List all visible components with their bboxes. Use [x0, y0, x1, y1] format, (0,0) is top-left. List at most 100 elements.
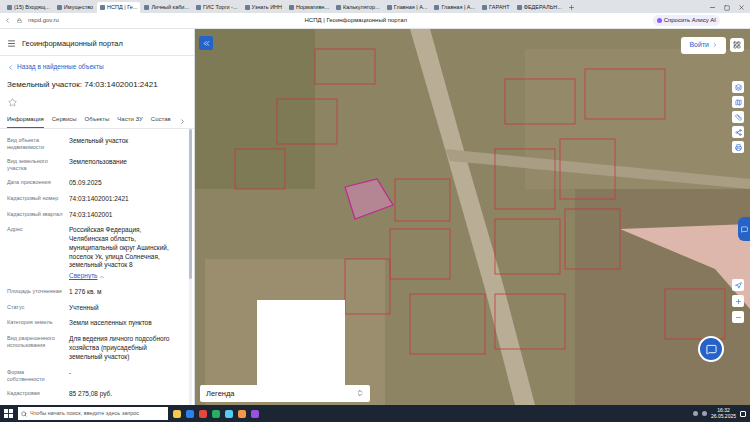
address-text[interactable]: nspd.gov.ru: [28, 16, 59, 25]
address-bar: nspd.gov.ruНСПД | Геоинформационный порт…: [0, 13, 750, 29]
alice-button[interactable]: Спросить Алису AI: [653, 15, 720, 26]
chat-button[interactable]: [698, 336, 724, 362]
field-label: Категория земель: [7, 319, 63, 328]
favicon-icon: [7, 5, 12, 10]
field-row: Дата присвоения05.09.2025: [7, 176, 182, 192]
object-heading: Земельный участок: 74:03:1402001:2421: [0, 72, 194, 91]
field-label: Вид земельного участка: [7, 158, 63, 172]
legend-toggle-icon: [356, 389, 364, 397]
favicon-icon: [245, 5, 250, 10]
notification-icon[interactable]: [740, 411, 746, 417]
browser-tab[interactable]: Узнать ИНН: [242, 2, 286, 13]
field-value: 74:03:1402001: [69, 211, 182, 220]
panel-tab[interactable]: Сервисы: [52, 115, 77, 128]
map-tool-icon: [735, 99, 742, 106]
panel-tabs: Информация Сервисы Объекты Части ЗУ Состав: [0, 107, 194, 129]
taskbar-app-icon[interactable]: [225, 410, 233, 418]
new-tab-icon[interactable]: [568, 4, 575, 11]
scrollbar[interactable]: [189, 129, 192, 405]
field-label: Вид разрешенного использования: [7, 335, 63, 361]
taskbar-app-icon[interactable]: [212, 410, 220, 418]
taskbar-apps: [173, 410, 259, 418]
scrollbar-thumb[interactable]: [189, 129, 192, 279]
map-tool-button[interactable]: [732, 141, 744, 153]
panel-tab[interactable]: Объекты: [85, 115, 110, 128]
field-value: Российская Федерация, Челябинская област…: [69, 226, 182, 281]
collapse-panel-button[interactable]: [199, 36, 213, 50]
browser-tab[interactable]: НСПД | Ге...: [97, 2, 140, 13]
field-label: Кадастровая: [7, 390, 63, 399]
map-tool-button[interactable]: [732, 96, 744, 108]
maximize-icon[interactable]: [724, 5, 730, 11]
map-tool-icon: [735, 84, 742, 91]
minimize-icon[interactable]: [709, 4, 716, 11]
chat-icon: [706, 344, 717, 355]
screen: (15) Входящ...ИмуществоНСПД | Ге...Личны…: [0, 0, 750, 422]
field-row: СтатусУчтенный: [7, 300, 182, 316]
page: Геоинформационный порталНазад в найденны…: [0, 29, 750, 405]
field-value: Земли населенных пунктов: [69, 319, 182, 328]
field-value: 74:03:1402001:2421: [69, 195, 182, 204]
field-row: Вид разрешенного использованияДля ведени…: [7, 332, 182, 365]
field-row: АдресРоссийская Федерация, Челябинская о…: [7, 223, 182, 285]
browser-tab[interactable]: Главная | А...: [384, 2, 431, 13]
tray-icon[interactable]: [693, 411, 698, 416]
taskbar-app-icon[interactable]: [238, 410, 246, 418]
field-value: Земельный участок: [69, 137, 182, 151]
back-icon[interactable]: [4, 17, 11, 24]
favicon-icon: [100, 5, 105, 10]
locate-icon: [735, 282, 742, 289]
map-tool-button[interactable]: [732, 81, 744, 93]
favorite-star-icon[interactable]: [8, 98, 17, 107]
legend-bar[interactable]: Легенда: [200, 385, 370, 402]
close-icon[interactable]: [738, 4, 745, 11]
browser-tab[interactable]: Калькулятор...: [333, 2, 383, 13]
browser-tab[interactable]: Нормативн...: [286, 2, 332, 13]
zoom-in-button[interactable]: [732, 295, 744, 307]
locate-button[interactable]: [732, 279, 744, 291]
panel-tab[interactable]: Информация: [7, 115, 44, 128]
zoom-out-button[interactable]: [732, 311, 744, 323]
browser-tab[interactable]: ГАРАНТ: [479, 2, 513, 13]
taskbar-app-icon[interactable]: [251, 410, 259, 418]
windows-logo-icon[interactable]: [4, 409, 13, 418]
taskbar-app-icon[interactable]: [199, 410, 207, 418]
favicon-icon: [387, 5, 392, 10]
browser-tab[interactable]: Главная | А...: [431, 2, 478, 13]
taskbar-search[interactable]: Чтобы начать поиск, введите здесь запрос: [18, 407, 168, 420]
apps-icon: [733, 41, 741, 49]
collapse-link[interactable]: Свернуть: [69, 270, 182, 281]
field-row: Кадастровая85 275,08 руб.: [7, 386, 182, 402]
field-label: Адрес: [7, 226, 63, 281]
system-tray: 16:3226.05.2025: [693, 408, 746, 419]
clock[interactable]: 16:3226.05.2025: [711, 408, 736, 419]
field-value: -: [69, 369, 182, 383]
menu-icon[interactable]: [7, 39, 16, 48]
favicon-icon: [144, 5, 149, 10]
panel-tab[interactable]: Состав: [151, 115, 171, 128]
browser-tab-bar: (15) Входящ...ИмуществоНСПД | Ге...Личны…: [0, 0, 750, 13]
apps-button[interactable]: [730, 38, 744, 52]
browser-tab[interactable]: ГИС Торги -...: [193, 2, 241, 13]
login-button[interactable]: Войти: [681, 37, 726, 54]
map-tool-button[interactable]: [732, 126, 744, 138]
side-tab[interactable]: [738, 217, 750, 241]
tray-icon[interactable]: [702, 411, 707, 416]
browser-tab[interactable]: ФЕДЕРАЛЬН...: [514, 2, 565, 13]
field-row: Кадастровый номер74:03:1402001:2421: [7, 191, 182, 207]
tabs-more-icon[interactable]: [179, 118, 186, 125]
search-icon: [21, 411, 27, 417]
field-row: Категория земель Земли населенных пунктов: [7, 316, 182, 332]
browser-tab[interactable]: (15) Входящ...: [4, 2, 53, 13]
map-tool-button[interactable]: [732, 111, 744, 123]
map[interactable]: Войти Легенда: [195, 29, 750, 405]
taskbar-app-icon[interactable]: [186, 410, 194, 418]
taskbar-app-icon[interactable]: [173, 410, 181, 418]
browser-tab[interactable]: Имущество: [54, 2, 96, 13]
browser-tab[interactable]: Личный каби...: [141, 2, 192, 13]
info-panel: Геоинформационный порталНазад в найденны…: [0, 29, 195, 405]
alice-icon: [657, 18, 662, 23]
field-row: Форма собственности-: [7, 365, 182, 386]
panel-tab[interactable]: Части ЗУ: [117, 115, 142, 128]
back-link[interactable]: Назад в найденные объекты: [0, 56, 194, 72]
